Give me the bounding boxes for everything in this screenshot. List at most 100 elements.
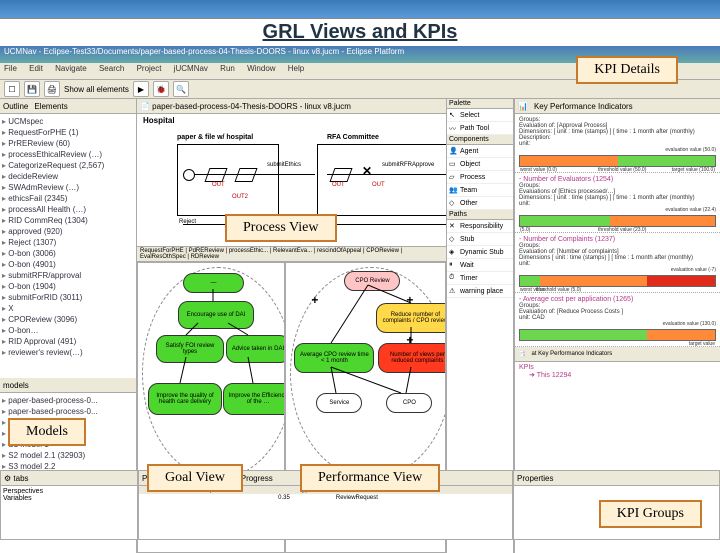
menu-search[interactable]: Search <box>99 64 124 73</box>
out-label: OUT <box>332 182 345 188</box>
outline-tabs[interactable]: Outline Elements <box>0 99 136 114</box>
category-variables[interactable]: Variables <box>3 495 135 502</box>
kpi-leaf[interactable]: ➜ This 12294 <box>519 371 716 379</box>
start-point-icon[interactable] <box>183 169 195 181</box>
kpi-title: - Number of Evaluators (1254) <box>519 176 716 183</box>
grl-softgoal[interactable]: Advice taken in DAI <box>226 335 285 363</box>
palette-warn[interactable]: ⚠warning place <box>447 285 513 298</box>
palette-section: Components <box>447 135 513 145</box>
tree-item[interactable]: RID CommReq (1304) <box>2 215 134 226</box>
palette-agent[interactable]: 👤Agent <box>447 145 513 158</box>
label-submit2: submitRFRApprove <box>382 162 434 168</box>
callout-perf-view: Performance View <box>300 464 440 492</box>
tree-item[interactable]: approved (920) <box>2 226 134 237</box>
palette-select[interactable]: ↖Select <box>447 109 513 122</box>
tree-item[interactable]: SWAdmReview (…) <box>2 182 134 193</box>
out-label: OUT <box>212 182 225 188</box>
kpi-groups-tree[interactable]: KPIs ➜ This 12294 <box>515 362 720 381</box>
grl-softgoal[interactable]: Satisfy FOI review types <box>156 335 224 363</box>
kpi-groups-tab[interactable]: 📑 at Key Performance Indicators <box>515 347 720 362</box>
menu-help[interactable]: Help <box>288 64 304 73</box>
tree-item[interactable]: decideReview <box>2 171 134 182</box>
menu-file[interactable]: File <box>4 64 17 73</box>
kpi-tab[interactable]: 📊 Key Performance Indicators <box>515 99 720 114</box>
palette-other[interactable]: ◇Other <box>447 197 513 210</box>
callout-models: Models <box>8 418 86 446</box>
grl-indicator[interactable]: Number of views per reduced complaints <box>378 343 446 373</box>
kpi-entry: - Number of Complaints (1237) Groups: Ev… <box>515 233 720 293</box>
tree-item[interactable]: S2 model 2.1 (32903) <box>2 450 134 461</box>
tree-item[interactable]: ethicsFail (2345) <box>2 193 134 204</box>
tree-item[interactable]: CategorizeRequest (2,567) <box>2 160 134 171</box>
tree-item[interactable]: submitRFR/approval <box>2 270 134 281</box>
grl-resource[interactable]: Service <box>316 393 362 413</box>
pane-tabs[interactable]: Properties <box>514 471 719 486</box>
tree-item[interactable]: Reject (1307) <box>2 237 134 248</box>
palette-dynstub[interactable]: ◈Dynamic Stub <box>447 246 513 259</box>
tab-elements[interactable]: Elements <box>34 102 67 111</box>
menu-jucmnav[interactable]: jUCMNav <box>174 64 208 73</box>
palette-stub[interactable]: ◇Stub <box>447 233 513 246</box>
grl-softgoal[interactable]: Improve the quality of health care deliv… <box>148 383 222 415</box>
proc-committee: RFA Committee <box>327 134 379 141</box>
kpi-eval-value: evaluation value (130.0) <box>519 321 716 327</box>
tree-item[interactable]: CPOReview (3096) <box>2 314 134 325</box>
pane-tabs[interactable]: ⚙ tabs <box>1 471 137 486</box>
palette-wait[interactable]: ⏸Wait <box>447 259 513 272</box>
responsibility-icon[interactable]: ✕ <box>362 164 372 178</box>
tree-item[interactable]: O-bon… <box>2 325 134 336</box>
grl-goal[interactable]: CPO Review <box>344 271 400 291</box>
editor-tab[interactable]: 📄 paper-based-process-04-Thesis-DOORS - … <box>137 99 446 114</box>
print-icon[interactable]: 🖨 <box>44 81 60 97</box>
palette-object[interactable]: ▭Object <box>447 158 513 171</box>
menu-run[interactable]: Run <box>220 64 235 73</box>
menu-edit[interactable]: Edit <box>29 64 43 73</box>
lower-tree-header: models <box>0 378 136 393</box>
tree-item[interactable]: paper-based-process-0... <box>2 395 134 406</box>
tree-item[interactable]: O-bon (3006) <box>2 248 134 259</box>
grl-indicator[interactable]: Average CPO review time < 1 month <box>294 343 374 373</box>
actor-boundary <box>142 267 285 479</box>
out-label: OUT <box>372 182 385 188</box>
palette-team[interactable]: 👥Team <box>447 184 513 197</box>
grl-indicator[interactable]: Reduce number of complaints / CPO review <box>376 303 446 333</box>
tab-outline[interactable]: Outline <box>3 102 28 111</box>
menu-project[interactable]: Project <box>137 64 162 73</box>
menu-window[interactable]: Window <box>247 64 275 73</box>
path-line <box>195 174 315 175</box>
tree-item[interactable]: submitForRID (3011) <box>2 292 134 303</box>
palette-timer[interactable]: ⏱Timer <box>447 272 513 285</box>
tree-item[interactable]: RequestForPHE (1) <box>2 127 134 138</box>
tree-item[interactable]: X <box>2 303 134 314</box>
new-icon[interactable]: ☐ <box>4 81 20 97</box>
tree-item[interactable]: processAll Health (…) <box>2 204 134 215</box>
palette-responsibility[interactable]: ✕Responsibility <box>447 220 513 233</box>
model-tree[interactable]: UCMspec RequestForPHE (1) PrREReview (60… <box>0 114 136 378</box>
tree-item[interactable]: RID Approval (491) <box>2 336 134 347</box>
tree-item[interactable]: O-bon (4901) <box>2 259 134 270</box>
tree-item[interactable]: reviewer's review(…) <box>2 347 134 358</box>
address-field[interactable]: Show all elements <box>64 85 129 94</box>
palette-process[interactable]: ▱Process <box>447 171 513 184</box>
search-icon[interactable]: 🔍 <box>173 81 189 97</box>
grl-resource[interactable]: CPO <box>386 393 432 413</box>
tree-item[interactable]: processEthicalReview (…) <box>2 149 134 160</box>
menu-navigate[interactable]: Navigate <box>55 64 87 73</box>
callout-kpi-groups: KPI Groups <box>599 500 702 528</box>
actor-hospital: Hospital <box>137 114 446 127</box>
category-perspectives[interactable]: Perspectives <box>3 488 135 495</box>
sub-editor-tabs[interactable]: RequestForPHE | PdREReview | processEthi… <box>137 247 446 262</box>
tree-item[interactable]: O-bon (1904) <box>2 281 134 292</box>
kpis-folder[interactable]: KPIs <box>519 364 716 371</box>
tree-item[interactable]: PrREReview (60) <box>2 138 134 149</box>
save-icon[interactable]: 💾 <box>24 81 40 97</box>
run-icon[interactable]: ▶ <box>133 81 149 97</box>
grl-softgoal[interactable]: Improve the Efficiency of the … <box>223 383 285 415</box>
tree-item[interactable]: paper-based-process-0... <box>2 406 134 417</box>
grl-softgoal[interactable]: Encourage use of DAI <box>178 301 254 329</box>
debug-icon[interactable]: 🐞 <box>153 81 169 97</box>
grl-softgoal[interactable]: — <box>183 273 244 293</box>
kpi-bar: target value <box>519 329 716 341</box>
palette-path[interactable]: 〰Path Tool <box>447 122 513 135</box>
tree-item[interactable]: UCMspec <box>2 116 134 127</box>
